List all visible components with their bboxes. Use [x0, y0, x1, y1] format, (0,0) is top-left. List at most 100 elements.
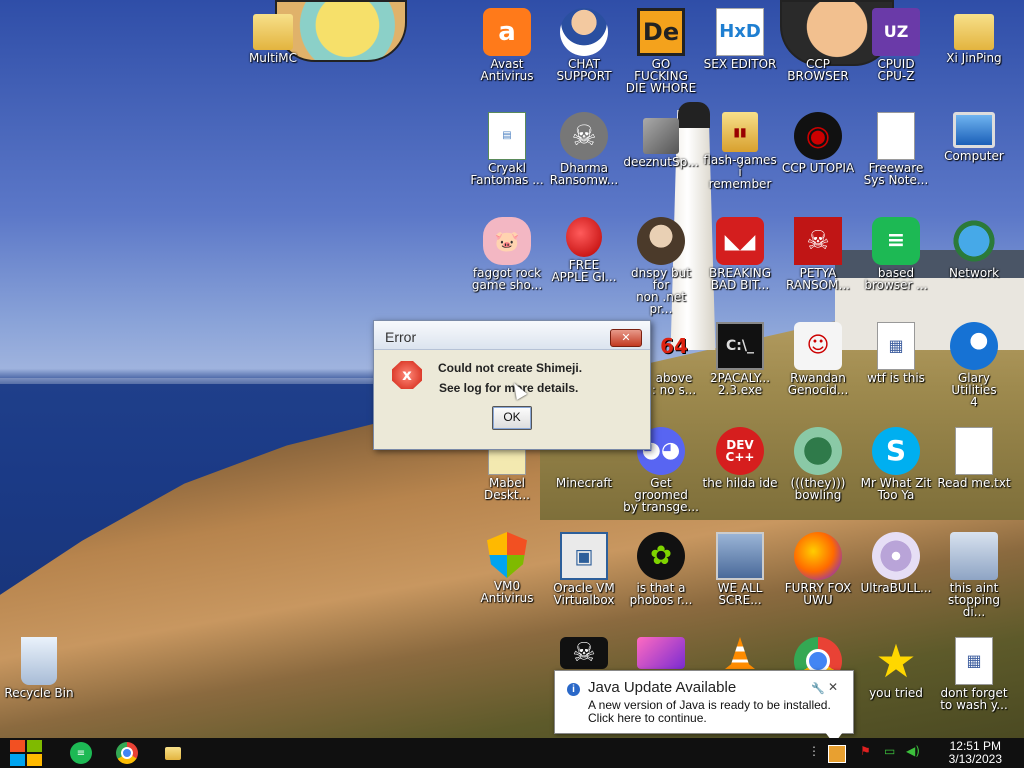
icon-label: BREAKING BAD BIT... [708, 266, 772, 292]
desktop-icon-ccp-browser[interactable]: CCP BROWSER [780, 8, 856, 82]
icon-label: Get groomed by transge... [623, 476, 699, 514]
icon-label: Minecraft [555, 476, 613, 490]
wrench-icon[interactable]: 🔧 [811, 682, 825, 695]
desktop-icon-vm0[interactable]: VM0 Antivirus [469, 532, 545, 604]
start-button[interactable] [10, 740, 42, 766]
desktop-icon-rwandan[interactable]: ☺ Rwandan Genocid... [780, 322, 856, 396]
taskbar-file-explorer-icon[interactable] [165, 747, 181, 760]
shield-icon [487, 532, 527, 578]
desktop-icon-skype[interactable]: S Mr What Zit Too Ya [858, 427, 934, 501]
desktop-icon-avast[interactable]: a Avast Antivirus [469, 8, 545, 82]
taskbar-chrome-icon[interactable] [116, 742, 138, 764]
desktop-icon-de[interactable]: De GO FUCKING DIE WHORE [623, 8, 699, 94]
desktop-icon-flash-games[interactable]: ▮▮ flash-games i remember [702, 112, 778, 190]
volume-icon[interactable]: ◀) [906, 744, 920, 758]
desktop-icon-ccp-utopia[interactable]: ◉ CCP UTOPIA [780, 112, 856, 174]
icon-label: Network [948, 266, 1000, 280]
icon-label: Mr What Zit Too Ya [860, 476, 932, 502]
icon-label: PETYA RANSOM... [786, 266, 850, 292]
desktop: MultiMC a Avast Antivirus CHAT SUPPORT D… [0, 0, 1024, 738]
close-button[interactable]: ✕ [610, 329, 642, 347]
notification-body-line2[interactable]: Click here to continue. [588, 711, 707, 725]
flag-icon[interactable]: ⚑ [860, 744, 871, 758]
icon-label: is that a phobos r... [629, 581, 693, 607]
vlc-cone-icon [725, 637, 755, 669]
dark-globe-icon: ◉ [794, 112, 842, 160]
desktop-icon-computer[interactable]: Computer [936, 112, 1012, 162]
desktop-icon-readme[interactable]: Read me.txt [936, 427, 1012, 489]
icon-label: faggot rock game sho... [471, 266, 543, 292]
desktop-icon-bowling[interactable]: (((they))) bowling [780, 427, 856, 501]
desktop-icon-we-all[interactable]: WE ALL SCRE... [702, 532, 778, 606]
icon-label: MultiMC [248, 51, 298, 65]
desktop-icon-dharma[interactable]: ☠ Dharma Ransomw... [546, 112, 622, 186]
desktop-icon-devcpp[interactable]: DEV C++ the hilda ide [702, 427, 778, 489]
desktop-icon-dnspy[interactable]: dnspy but for non .net pr... [623, 217, 699, 315]
desktop-icon-you-tried[interactable]: ★ you tried [858, 637, 934, 699]
desktop-icon-recycle-bin[interactable]: Recycle Bin [1, 637, 77, 699]
icon-label: CCP UTOPIA [781, 161, 855, 175]
tray-overflow-icon[interactable]: ⋮ [808, 744, 820, 758]
doctor-icon [560, 8, 608, 56]
desktop-icon-icq[interactable]: ✿ is that a phobos r... [623, 532, 699, 606]
desktop-icon-hxd[interactable]: HxD SEX EDITOR [702, 8, 778, 70]
firefox-icon [794, 532, 842, 580]
desktop-icon-chat-support[interactable]: CHAT SUPPORT [546, 8, 622, 82]
icon-label: Avast Antivirus [480, 57, 534, 83]
taskbar-spotify-icon[interactable]: ≡ [70, 742, 92, 764]
icon-label: Glary Utilities 4 [951, 371, 997, 409]
recycle-bin-icon [21, 637, 57, 685]
desktop-icon-media[interactable] [623, 637, 699, 671]
icon-label: GO FUCKING DIE WHORE [625, 57, 697, 95]
desktop-icon-multimc[interactable]: MultiMC [235, 8, 311, 64]
bowling-icon [794, 427, 842, 475]
desktop-icon-free-apple[interactable]: FREE APPLE GI... [546, 217, 622, 283]
apple-icon [566, 217, 602, 257]
desktop-icon-virtualbox[interactable]: ▣ Oracle VM Virtualbox [546, 532, 622, 606]
text-file-icon [955, 427, 993, 475]
icon-label: the hilda ide [702, 476, 778, 490]
desktop-icon-2pacaly[interactable]: C:\_ 2PACALY... 2.3.exe [702, 322, 778, 396]
icon-label: Xi JinPing [946, 51, 1002, 65]
desktop-icon-ultrabull[interactable]: UltraBULL... [858, 532, 934, 594]
pig-icon: 🐷 [483, 217, 531, 265]
icon-label: Oracle VM Virtualbox [553, 581, 615, 607]
desktop-icon-vlc[interactable] [702, 637, 778, 671]
desktop-icon-skull[interactable]: ☠ [546, 637, 622, 671]
cpuz-icon: UZ [872, 8, 920, 56]
desktop-icon-firefox[interactable]: FURRY FOX UWU [780, 532, 856, 606]
desktop-icon-deeznut[interactable]: deeznutSp... [623, 112, 699, 168]
windows-logo-icon [10, 740, 25, 752]
desktop-icon-cpuz[interactable]: UZ CPUID CPU-Z [858, 8, 934, 82]
desktop-icon-based-browser[interactable]: ≡ based browser ... [858, 217, 934, 291]
user-folder-icon [954, 14, 994, 50]
desktop-icon-petya[interactable]: ☠ PETYA RANSOM... [780, 217, 856, 291]
close-icon[interactable]: ✕ [828, 680, 838, 694]
desktop-icon-freeware[interactable]: Freeware Sys Note... [858, 112, 934, 186]
desktop-icon-dont-forget[interactable]: ▦ dont forget to wash y... [936, 637, 1012, 711]
desktop-icon-glary[interactable]: Glary Utilities 4 [936, 322, 1012, 408]
icon-label: Computer [944, 149, 1004, 163]
icon-label: CCP BROWSER [787, 57, 849, 83]
clock[interactable]: 12:51 PM 3/13/2023 [949, 740, 1002, 766]
desktop-icon-wtf[interactable]: ▦ wtf is this [858, 322, 934, 384]
desktop-icon-cryakl[interactable]: ▤ Cryakl Fantomas ... [469, 112, 545, 186]
desktop-icon-breaking-bad[interactable]: ◣◢ BREAKING BAD BIT... [702, 217, 778, 291]
icon-label: Cryakl Fantomas ... [470, 161, 544, 187]
java-tray-icon[interactable] [828, 745, 846, 763]
desktop-icon-rock-game[interactable]: 🐷 faggot rock game sho... [469, 217, 545, 291]
java-update-notification[interactable]: i Java Update Available A new version of… [554, 670, 854, 738]
network-tray-icon[interactable]: ▭ [884, 744, 895, 758]
desktop-icon-xi-jinping[interactable]: Xi JinPing [936, 8, 1012, 64]
green-chat-icon: ≡ [872, 217, 920, 265]
icon-label: UltraBULL... [860, 581, 932, 595]
desktop-icon-network[interactable]: Network [936, 217, 1012, 279]
document-window-icon: ▤ [488, 112, 526, 160]
meme-face-icon: ☺ [794, 322, 842, 370]
network-icon [950, 217, 998, 265]
dialog-titlebar[interactable]: Error ✕ [374, 321, 650, 350]
desktop-icon-this-aint[interactable]: this aint stopping di... [936, 532, 1012, 618]
ok-button[interactable]: OK [492, 406, 532, 430]
cmd-icon: C:\_ [716, 322, 764, 370]
icon-label: you tried [869, 686, 923, 700]
